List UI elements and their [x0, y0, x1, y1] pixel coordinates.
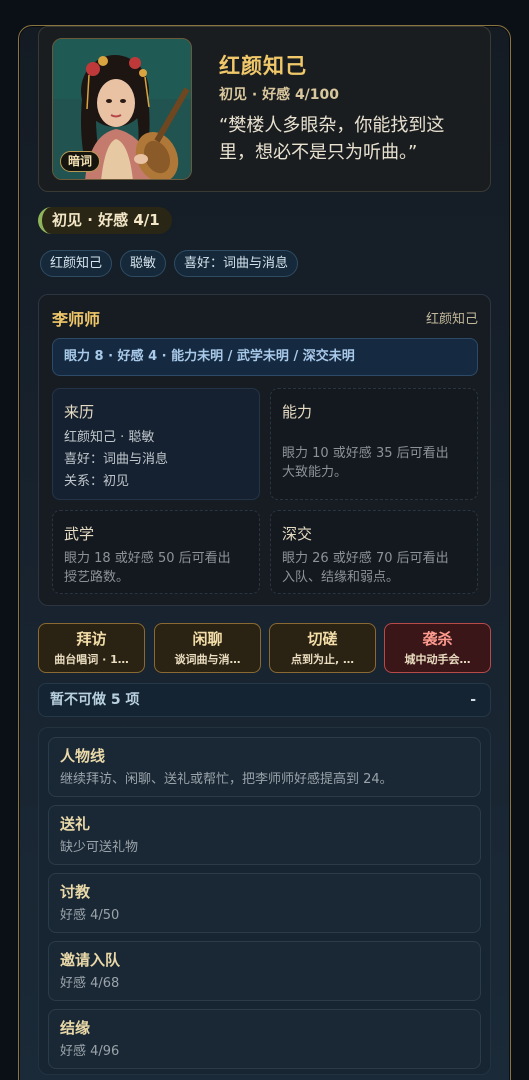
chat-button-label: 闲聊: [192, 630, 223, 648]
card-origin-line: 红颜知己 · 聪敏: [64, 430, 155, 445]
assassinate-button-desc: 城中动手会…: [404, 653, 471, 666]
tag-role: 红颜知己: [40, 250, 113, 277]
chat-button-desc: 谈词曲与消…: [174, 653, 241, 666]
visit-button-desc: 曲台唱词 · 1…: [54, 653, 129, 666]
relationship-meta: 初见 · 好感 4/100: [219, 87, 340, 103]
list-item-desc: 好感 4/68: [60, 976, 120, 991]
card-martial-line: 授艺路数。: [64, 570, 130, 585]
list-item: 邀请入队 好感 4/68: [48, 941, 481, 1001]
character-quote: “樊楼人多眼杂，你能找到这里，想必不是只为听曲。”: [219, 115, 445, 163]
tag-trait: 聪敏: [120, 250, 167, 277]
list-item: 人物线 继续拜访、闲聊、送礼或帮忙，把李师师好感提高到 24。: [48, 737, 481, 797]
list-item-desc: 好感 4/50: [60, 908, 120, 923]
card-origin-title: 来历: [64, 403, 95, 421]
list-item-title: 邀请入队: [60, 951, 121, 969]
collapse-icon[interactable]: -: [470, 684, 476, 716]
card-bond: 深交 眼力 26 或好感 70 后可看出 入队、结缘和弱点。: [270, 510, 478, 594]
spar-button[interactable]: 切磋 点到为止, …: [269, 623, 376, 673]
spar-button-label: 切磋: [307, 630, 338, 648]
card-ability-line: 大致能力。: [282, 465, 348, 480]
card-ability-title: 能力: [282, 403, 313, 421]
list-item-desc: 缺少可送礼物: [60, 840, 139, 855]
card-martial-line: 眼力 18 或好感 50 后可看出: [64, 551, 231, 566]
character-title: 红颜知己: [219, 54, 307, 78]
stats-summary: 眼力 8 · 好感 4 · 能力未明 / 武学未明 / 深交未明: [52, 338, 478, 376]
list-item-title: 人物线: [60, 747, 106, 765]
list-item: 送礼 缺少可送礼物: [48, 805, 481, 865]
card-origin-line: 喜好：词曲与消息: [64, 452, 169, 467]
list-item-desc: 好感 4/96: [60, 1044, 120, 1059]
assassinate-button-label: 袭杀: [422, 630, 453, 648]
chat-button[interactable]: 闲聊 谈词曲与消…: [154, 623, 261, 673]
character-name: 李师师: [52, 310, 101, 329]
card-bond-line: 眼力 26 或好感 70 后可看出: [282, 551, 449, 566]
unavailable-actions-toggle[interactable]: 暂不可做 5 项 -: [38, 683, 491, 717]
card-origin-line: 关系：初见: [64, 474, 130, 489]
card-ability-line: 眼力 10 或好感 35 后可看出: [282, 446, 449, 461]
trait-tags: 红颜知己 聪敏 喜好：词曲与消息: [40, 250, 299, 277]
card-martial: 武学 眼力 18 或好感 50 后可看出 授艺路数。: [52, 510, 260, 594]
list-item-desc: 继续拜访、闲聊、送礼或帮忙，把李师师好感提高到 24。: [60, 772, 393, 787]
card-martial-title: 武学: [64, 525, 95, 543]
list-item-title: 结缘: [60, 1019, 91, 1037]
list-item-title: 讨教: [60, 883, 91, 901]
visit-button-label: 拜访: [76, 630, 107, 648]
list-item: 讨教 好感 4/50: [48, 873, 481, 933]
character-role: 红颜知己: [425, 312, 478, 327]
assassinate-button[interactable]: 袭杀 城中动手会…: [384, 623, 491, 673]
status-pill: 初见 · 好感 4/1: [38, 207, 172, 234]
unavailable-actions-label: 暂不可做 5 项: [50, 692, 140, 708]
list-item: 结缘 好感 4/96: [48, 1009, 481, 1069]
card-ability: 能力 眼力 10 或好感 35 后可看出 大致能力。: [270, 388, 478, 500]
list-item-title: 送礼: [60, 815, 91, 833]
portrait-tag: 暗词: [60, 151, 101, 172]
card-bond-line: 入队、结缘和弱点。: [282, 570, 400, 585]
spar-button-desc: 点到为止, …: [290, 653, 354, 666]
card-origin: 来历 红颜知己 · 聪敏 喜好：词曲与消息 关系：初见: [52, 388, 260, 500]
card-bond-title: 深交: [282, 525, 313, 543]
tag-preference: 喜好：词曲与消息: [174, 250, 299, 277]
visit-button[interactable]: 拜访 曲台唱词 · 1…: [38, 623, 145, 673]
